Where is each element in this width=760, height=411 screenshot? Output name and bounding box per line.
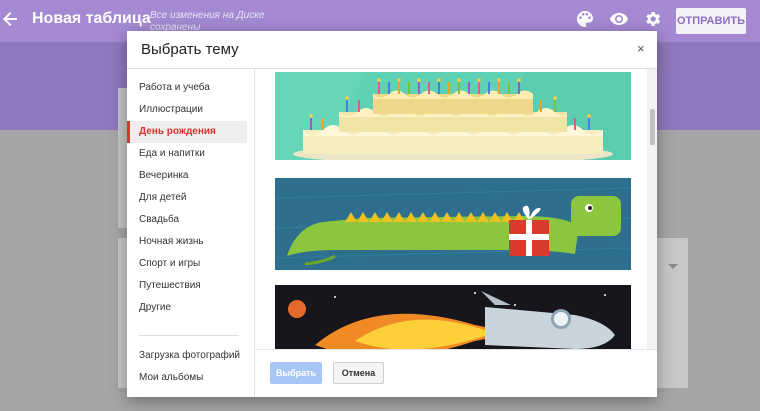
theme-birthday-cake[interactable] [275,72,631,160]
eye-icon[interactable] [609,10,629,30]
select-button[interactable]: Выбрать [270,362,322,384]
close-icon[interactable]: × [637,41,645,56]
category-sidebar: Работа и учеба Иллюстрации День рождения… [127,69,255,397]
category-kids[interactable]: Для детей [127,187,247,209]
category-illustrations[interactable]: Иллюстрации [127,99,247,121]
category-wedding[interactable]: Свадьба [127,209,247,231]
chevron-down-icon[interactable] [668,264,678,269]
theme-dragon-gift[interactable] [275,178,631,270]
category-sports-games[interactable]: Спорт и игры [127,253,247,275]
doc-title[interactable]: Новая таблица [32,10,151,28]
cancel-button[interactable]: Отмена [333,362,384,384]
send-button[interactable]: ОТПРАВИТЬ [676,8,746,34]
choose-theme-dialog: Выбрать тему × Работа и учеба Иллюстраци… [127,31,657,397]
category-work-study[interactable]: Работа и учеба [127,77,247,99]
my-albums-link[interactable]: Мои альбомы [127,367,247,389]
arrow-left-icon[interactable] [2,11,24,31]
category-food-drinks[interactable]: Еда и напитки [127,143,247,165]
category-birthday[interactable]: День рождения [127,121,247,143]
scrollbar-thumb[interactable] [650,109,655,145]
palette-icon[interactable] [576,10,596,30]
category-other[interactable]: Другие [127,297,247,319]
category-travel[interactable]: Путешествия [127,275,247,297]
theme-rocket-space[interactable] [275,285,631,349]
divider [139,335,239,336]
gear-icon[interactable] [643,10,663,30]
category-party[interactable]: Вечеринка [127,165,247,187]
theme-gallery [256,69,657,349]
category-nightlife[interactable]: Ночная жизнь [127,231,247,253]
dialog-title: Выбрать тему [141,41,239,58]
divider [256,349,657,350]
upload-photos-link[interactable]: Загрузка фотографий [127,345,247,367]
